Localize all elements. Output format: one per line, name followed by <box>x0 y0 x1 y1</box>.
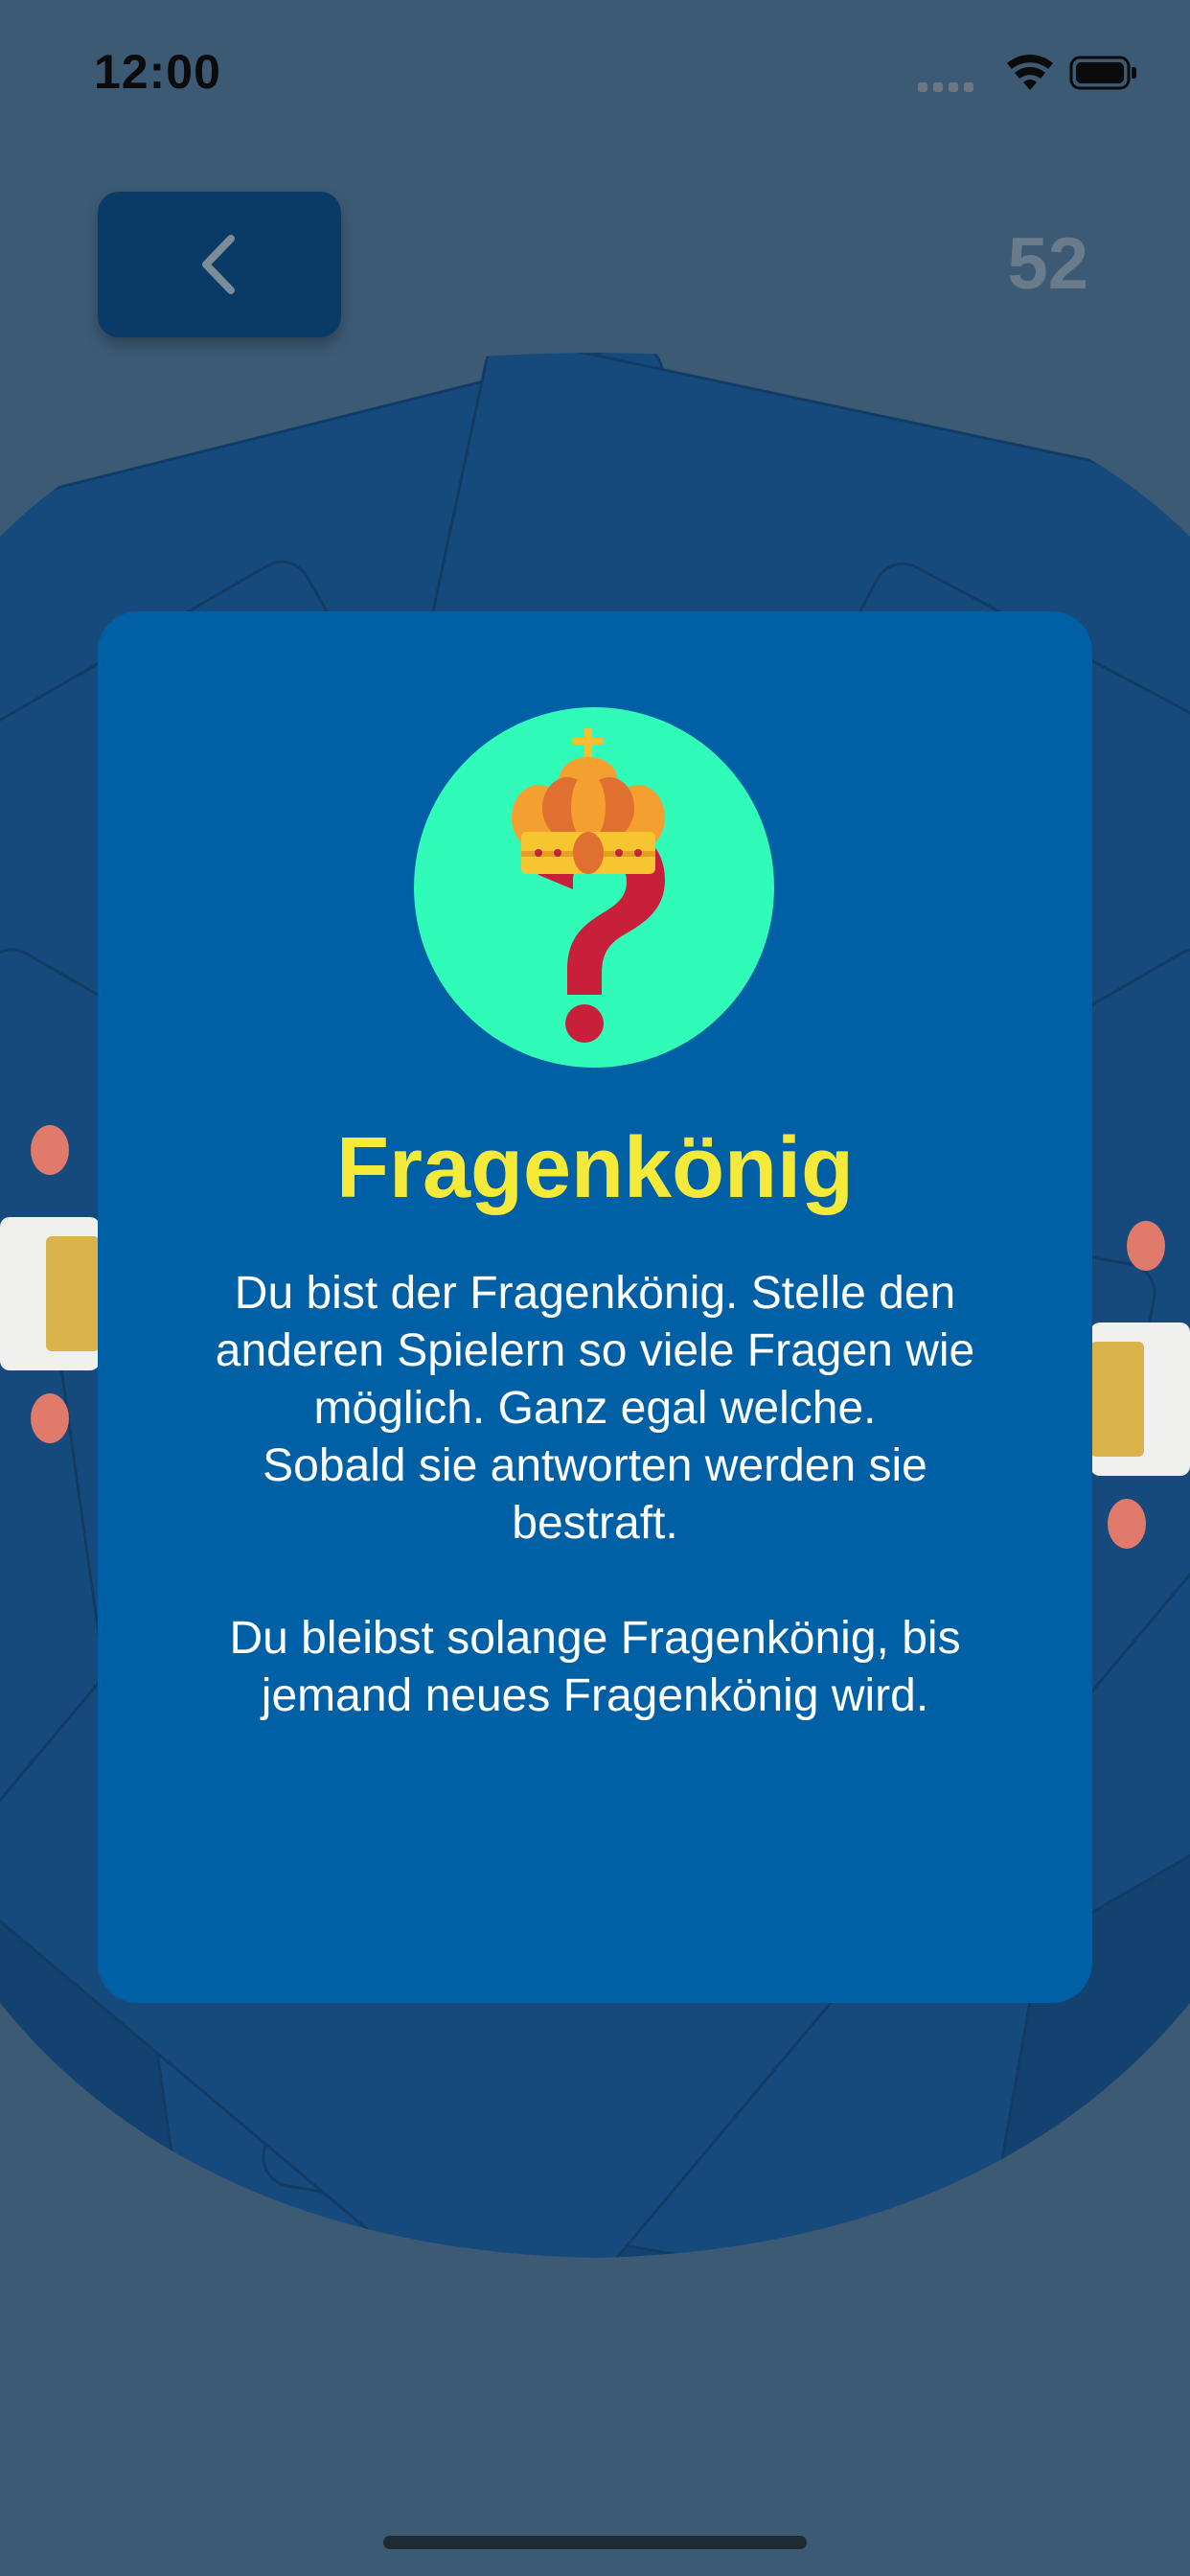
game-card[interactable]: Fragenkönig Du bist der Fragenkönig. Ste… <box>98 611 1092 2003</box>
crown-question-mark-icon <box>512 728 665 1043</box>
card-description: Du bist der Fragenkönig. Stelle den ande… <box>215 1268 975 1721</box>
battery-icon <box>1069 56 1136 90</box>
card-title: Fragenkönig <box>335 1120 855 1216</box>
card-icon-circle <box>414 707 774 1068</box>
cellular-signal-icon <box>918 82 973 92</box>
wifi-icon <box>1007 55 1053 90</box>
home-indicator[interactable] <box>383 2536 807 2549</box>
status-bar-time: 12:00 <box>94 45 221 99</box>
card-counter: 52 <box>1007 223 1088 305</box>
status-bar-icons <box>918 55 1136 92</box>
screen: 12:00 52 Fragenkönig Du bist der Fragenk… <box>0 0 1190 2576</box>
back-button[interactable] <box>98 192 341 337</box>
chevron-left-icon <box>202 235 235 294</box>
